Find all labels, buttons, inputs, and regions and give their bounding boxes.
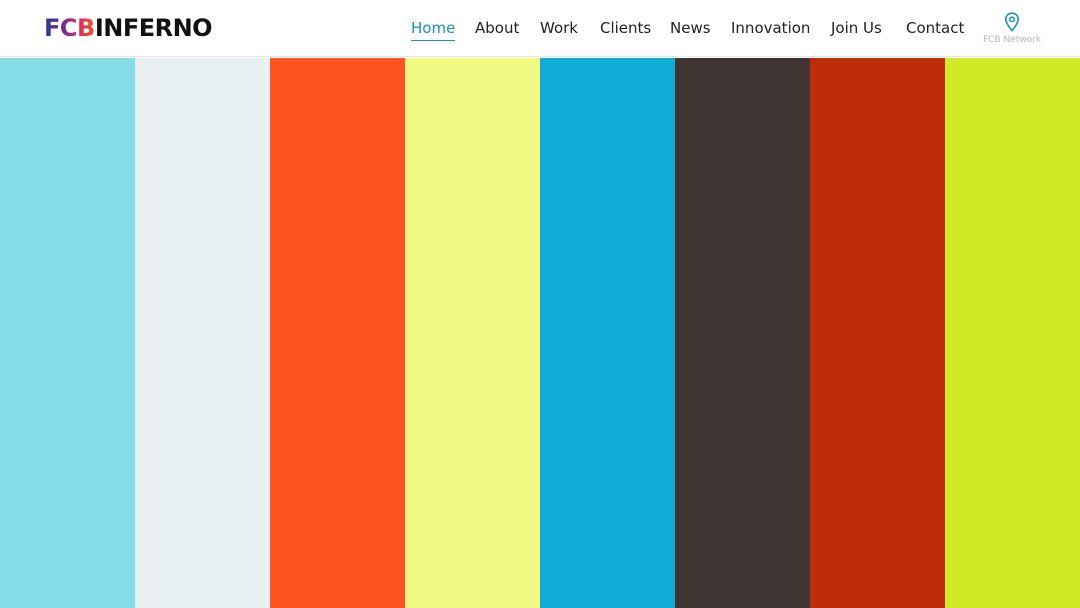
stripe-8	[945, 58, 1080, 608]
nav-about[interactable]: About	[475, 17, 519, 39]
stripe-2	[135, 58, 270, 608]
stripe-5	[540, 58, 675, 608]
logo-fcb-text: FCB	[44, 14, 95, 42]
nav-join-us[interactable]: Join Us	[831, 17, 882, 39]
stripe-7	[810, 58, 945, 608]
nav-contact[interactable]: Contact	[906, 17, 964, 39]
logo-inferno-text: INFERNO	[94, 14, 213, 42]
stripe-3	[270, 58, 405, 608]
nav-work[interactable]: Work	[540, 17, 578, 39]
fcb-inferno-logo[interactable]: FCB INFERNO	[44, 13, 213, 43]
fcb-network-link[interactable]: FCB Network	[978, 10, 1046, 50]
nav-home[interactable]: Home	[411, 17, 456, 41]
site-header: FCB INFERNO Home About Work Clients News …	[0, 0, 1080, 57]
nav-news[interactable]: News	[670, 17, 711, 39]
color-stripes	[0, 58, 1080, 608]
map-pin-icon	[1004, 12, 1020, 32]
stripe-6	[675, 58, 810, 608]
stripe-4	[405, 58, 540, 608]
nav-clients[interactable]: Clients	[600, 17, 651, 39]
nav-innovation[interactable]: Innovation	[731, 17, 810, 39]
fcb-network-label: FCB Network	[982, 35, 1042, 45]
stripe-1	[0, 58, 135, 608]
